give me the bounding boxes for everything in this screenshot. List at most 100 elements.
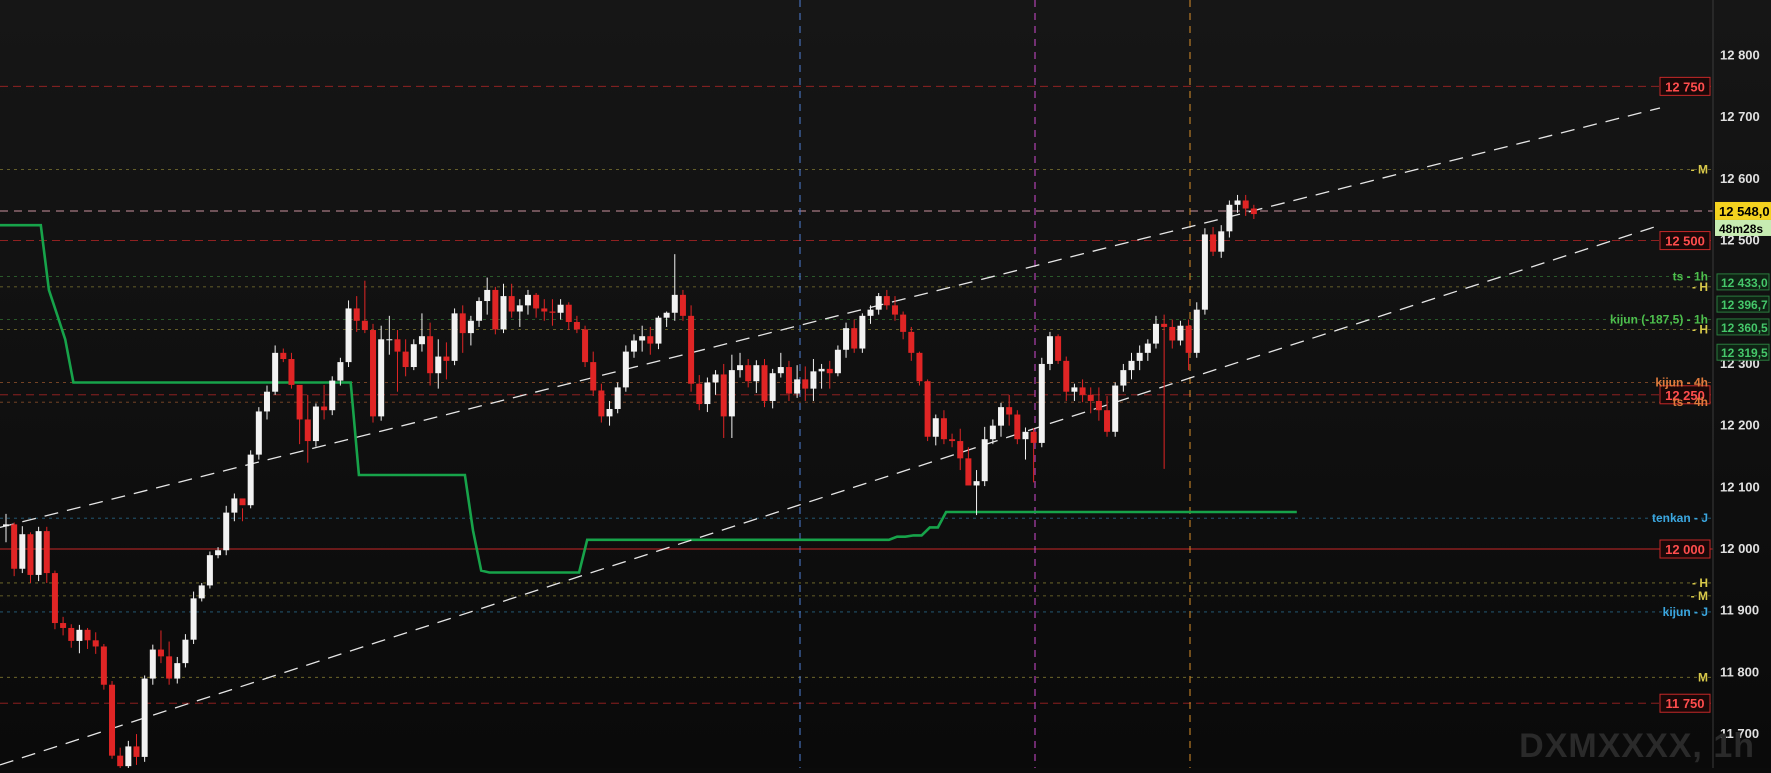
candle-body (1250, 208, 1257, 215)
candle-body (492, 289, 499, 330)
candle-body (459, 313, 466, 334)
candle-body (35, 531, 42, 575)
candle-body (215, 550, 222, 556)
level-label: - M (1691, 589, 1708, 603)
candle-body (516, 305, 523, 312)
candle-body (51, 573, 58, 624)
price-tick-label: 11 800 (1720, 664, 1759, 679)
candle-body (843, 328, 850, 350)
candle-body (100, 646, 107, 685)
candle-body (606, 408, 613, 417)
candle-body (255, 411, 262, 455)
candle-body (280, 352, 287, 360)
candle-body (1193, 309, 1200, 353)
price-tick-label: 12 600 (1720, 171, 1760, 186)
candle-body (239, 498, 246, 506)
candle-body (802, 379, 809, 389)
candle-body (541, 308, 548, 312)
candle-body (43, 531, 50, 574)
candle-body (1177, 325, 1184, 341)
candle-body (27, 534, 34, 575)
candle-body (92, 640, 99, 647)
candle-body (1161, 323, 1168, 327)
candle-body (1030, 431, 1037, 443)
candle-body (1242, 200, 1249, 209)
candle-body (957, 441, 964, 459)
candle-body (826, 368, 833, 374)
candle-body (296, 384, 303, 420)
candle-body (753, 365, 760, 382)
candle-body (435, 356, 442, 374)
indicator-box-label: 12 360,5 (1721, 321, 1768, 335)
candle-body (981, 439, 988, 482)
level-label: - M (1691, 163, 1708, 177)
candle-body (720, 374, 727, 417)
candle-body (818, 368, 825, 372)
price-box-label: 12 750 (1665, 79, 1705, 94)
level-label: tenkan - J (1652, 511, 1708, 525)
candle-body (524, 294, 531, 306)
indicator-box-label: 12 433,0 (1721, 276, 1768, 290)
candle-body (272, 352, 279, 392)
candle-body (704, 382, 711, 405)
level-label: kijun - J (1663, 605, 1708, 619)
candle-body (1079, 387, 1086, 395)
candle-body (60, 623, 67, 628)
price-chart: 11 70011 80011 90012 00012 10012 20012 3… (0, 0, 1771, 772)
candle-body (182, 639, 189, 664)
candle-body (166, 656, 173, 679)
candle-body (851, 328, 858, 349)
candle-body (639, 336, 646, 341)
candle-body (647, 336, 654, 344)
candle-body (1022, 431, 1029, 440)
candle-body (688, 315, 695, 384)
candle-body (867, 309, 874, 316)
candle-body (1038, 363, 1045, 443)
kijun-line (0, 223, 1297, 574)
indicator-box-label: 12 319,5 (1721, 346, 1768, 360)
candle-body (1104, 410, 1111, 432)
candle-body (1185, 325, 1192, 353)
candle-body (206, 555, 213, 586)
candle-body (76, 629, 83, 641)
candle-body (174, 663, 181, 679)
price-tick-label: 12 200 (1720, 418, 1760, 433)
candle-body (3, 524, 9, 527)
candle-body (908, 331, 915, 353)
candle-body (11, 524, 18, 569)
candle-body (133, 746, 140, 757)
candle-body (582, 329, 589, 363)
candle-body (973, 481, 980, 486)
indicator-box-label: 12 396,7 (1721, 298, 1768, 312)
candle-body (500, 296, 507, 330)
candle-body (370, 330, 377, 417)
candle-body (1144, 343, 1151, 353)
candle-body (402, 351, 409, 368)
candle-body (361, 320, 368, 331)
level-label: - H (1692, 576, 1708, 590)
candle-body (84, 629, 91, 641)
candle-body (924, 381, 931, 437)
candle-body (312, 406, 319, 442)
candle-body (777, 367, 784, 374)
price-box-label: 12 000 (1665, 542, 1705, 557)
candle-body (394, 339, 401, 352)
candle-body (157, 649, 164, 657)
candle-body (19, 534, 26, 569)
candle-body (696, 383, 703, 405)
candle-body (932, 418, 939, 437)
candle-body (1201, 234, 1208, 310)
candle-body (859, 315, 866, 349)
candle-body (247, 454, 254, 506)
candle-body (378, 339, 385, 417)
candle-body (443, 356, 450, 361)
candle-body (769, 373, 776, 401)
candle-body (223, 512, 230, 551)
candle-body (989, 425, 996, 440)
candle-body (1136, 352, 1143, 361)
current-price-label: 12 548,0 (1719, 204, 1770, 219)
candle-body (916, 352, 923, 382)
candle-body (728, 370, 735, 417)
candle-body (655, 317, 662, 344)
candle-body (875, 296, 882, 310)
